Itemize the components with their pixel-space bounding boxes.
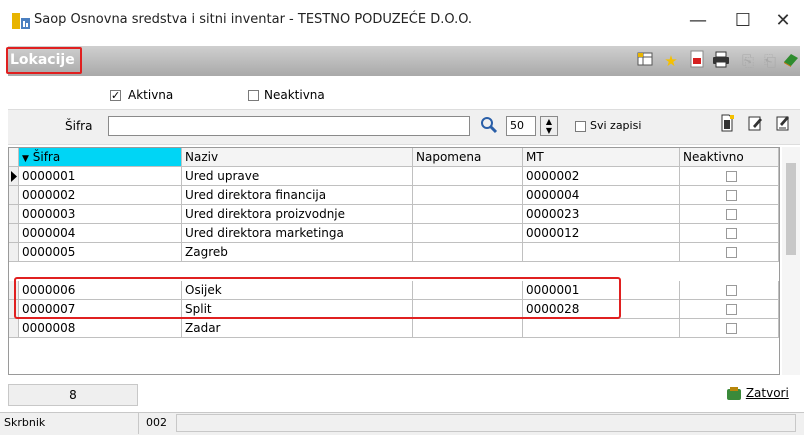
all-records-checkbox[interactable] xyxy=(575,121,586,132)
table-row[interactable]: 0000003 Ured direktora proizvodnje 00000… xyxy=(9,205,779,224)
row-indicator xyxy=(9,205,19,224)
cell-naziv[interactable]: Zadar xyxy=(182,319,413,338)
column-header-mt[interactable]: MT xyxy=(523,148,680,167)
cell-naziv[interactable]: Zagreb xyxy=(182,243,413,262)
star-icon[interactable]: ★ xyxy=(660,50,682,72)
lokacije-table: ▼ Šifra Naziv Napomena MT Neaktivno 0000… xyxy=(8,147,780,375)
neaktivno-checkbox[interactable] xyxy=(726,285,737,296)
neaktivno-checkbox[interactable] xyxy=(726,247,737,258)
cell-sifra[interactable]: 0000003 xyxy=(19,205,182,224)
cell-napomena[interactable] xyxy=(413,186,523,205)
column-header-naziv[interactable]: Naziv xyxy=(182,148,413,167)
cell-sifra[interactable]: 0000002 xyxy=(19,186,182,205)
status-divider xyxy=(138,412,139,434)
sort-desc-icon: ▼ xyxy=(22,154,29,164)
column-header-napomena[interactable]: Napomena xyxy=(413,148,523,167)
row-indicator xyxy=(9,319,19,338)
column-header-neaktivno[interactable]: Neaktivno xyxy=(680,148,779,167)
sifra-search-label: Šifra xyxy=(65,119,93,133)
neaktivno-checkbox[interactable] xyxy=(726,190,737,201)
row-indicator xyxy=(9,186,19,205)
cell-neaktivno xyxy=(680,205,779,224)
grid-icon[interactable] xyxy=(634,50,656,72)
paste-icon[interactable]: ⎗ xyxy=(759,50,781,72)
status-field xyxy=(176,414,796,432)
inactive-checkbox[interactable] xyxy=(248,90,259,101)
neaktivno-checkbox[interactable] xyxy=(726,323,737,334)
cell-mt[interactable]: 0000002 xyxy=(523,167,680,186)
maximize-button[interactable]: ☐ xyxy=(720,6,766,36)
cell-naziv[interactable]: Ured direktora proizvodnje xyxy=(182,205,413,224)
cell-mt[interactable]: 0000004 xyxy=(523,186,680,205)
page-size-field[interactable]: 50 xyxy=(506,116,536,136)
close-button[interactable]: Zatvori xyxy=(726,386,789,401)
row-indicator-header xyxy=(9,148,19,167)
cell-neaktivno xyxy=(680,281,779,300)
scrollbar-thumb[interactable] xyxy=(786,163,796,255)
pdf-icon[interactable] xyxy=(686,50,708,72)
cell-neaktivno xyxy=(680,243,779,262)
sifra-search-input[interactable] xyxy=(108,116,470,136)
edit-copy-icon[interactable] xyxy=(772,114,794,136)
cell-neaktivno xyxy=(680,300,779,319)
close-label: Zatvori xyxy=(745,386,789,400)
column-header-sifra[interactable]: ▼ Šifra xyxy=(19,148,182,167)
book-icon[interactable] xyxy=(780,50,802,72)
neaktivno-checkbox[interactable] xyxy=(726,228,737,239)
search-icon[interactable] xyxy=(480,116,500,136)
neaktivno-checkbox[interactable] xyxy=(726,209,737,220)
minimize-button[interactable]: — xyxy=(675,6,721,36)
rows-highlight xyxy=(14,277,621,319)
cell-neaktivno xyxy=(680,167,779,186)
title-highlight xyxy=(6,47,82,74)
table-header-row: ▼ Šifra Naziv Napomena MT Neaktivno xyxy=(9,148,779,167)
cell-napomena[interactable] xyxy=(413,243,523,262)
cell-napomena[interactable] xyxy=(413,319,523,338)
cell-neaktivno xyxy=(680,224,779,243)
cell-napomena[interactable] xyxy=(413,167,523,186)
table-row[interactable]: 0000001 Ured uprave 0000002 xyxy=(9,167,779,186)
app-icon xyxy=(12,13,30,29)
all-records-label: Svi zapisi xyxy=(590,119,642,132)
status-user-code: 002 xyxy=(146,416,167,429)
cell-sifra[interactable]: 0000001 xyxy=(19,167,182,186)
active-label: Aktivna xyxy=(128,88,174,102)
cell-naziv[interactable]: Ured uprave xyxy=(182,167,413,186)
cell-napomena[interactable] xyxy=(413,224,523,243)
cell-napomena[interactable] xyxy=(413,205,523,224)
window-title: Saop Osnovna sredstva i sitni inventar -… xyxy=(34,12,473,27)
cell-sifra[interactable]: 0000004 xyxy=(19,224,182,243)
edit-icon[interactable] xyxy=(744,114,766,136)
cell-naziv[interactable]: Ured direktora marketinga xyxy=(182,224,413,243)
active-checkbox[interactable]: ✓ xyxy=(110,90,121,101)
current-row-indicator xyxy=(9,167,19,186)
new-document-icon[interactable] xyxy=(716,114,738,136)
inactive-label: Neaktivna xyxy=(264,88,325,102)
column-header-label: Šifra xyxy=(32,150,61,164)
table-row[interactable]: 0000004 Ured direktora marketinga 000001… xyxy=(9,224,779,243)
status-user-label: Skrbnik xyxy=(4,416,46,429)
copy-icon[interactable]: ⎘ xyxy=(737,50,759,72)
table-row[interactable]: 0000002 Ured direktora financija 0000004 xyxy=(9,186,779,205)
neaktivno-checkbox[interactable] xyxy=(726,171,737,182)
row-indicator xyxy=(9,224,19,243)
table-row[interactable]: 0000005 Zagreb xyxy=(9,243,779,262)
cell-sifra[interactable]: 0000008 xyxy=(19,319,182,338)
cell-mt[interactable]: 0000023 xyxy=(523,205,680,224)
exit-icon xyxy=(727,386,741,400)
table-row[interactable]: 0000008 Zadar xyxy=(9,319,779,338)
cell-neaktivno xyxy=(680,186,779,205)
cell-mt[interactable] xyxy=(523,319,680,338)
cell-mt[interactable] xyxy=(523,243,680,262)
neaktivno-checkbox[interactable] xyxy=(726,304,737,315)
close-window-button[interactable]: ✕ xyxy=(765,6,801,36)
print-icon[interactable] xyxy=(710,50,732,72)
row-indicator xyxy=(9,243,19,262)
page-size-spinner[interactable]: ▲ ▼ xyxy=(540,116,558,136)
record-count: 8 xyxy=(8,384,138,406)
cell-naziv[interactable]: Ured direktora financija xyxy=(182,186,413,205)
cell-mt[interactable]: 0000012 xyxy=(523,224,680,243)
cell-sifra[interactable]: 0000005 xyxy=(19,243,182,262)
cell-neaktivno xyxy=(680,319,779,338)
